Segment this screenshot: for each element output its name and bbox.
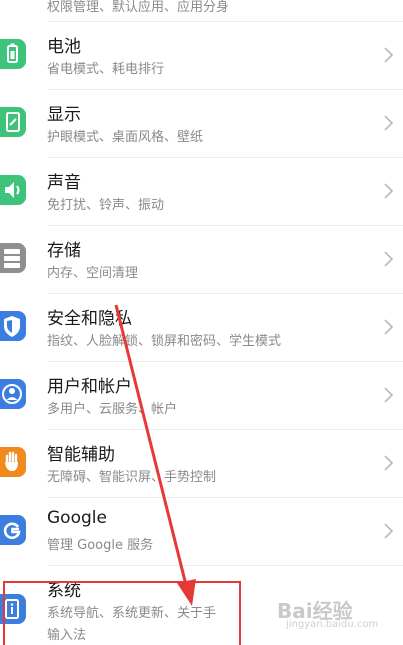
settings-item-display[interactable]: 显示 护眼模式、桌面风格、壁纸 [0, 90, 403, 158]
shield-icon [0, 311, 26, 341]
display-icon [0, 107, 26, 137]
chevron-right-icon [384, 115, 394, 131]
google-icon [0, 515, 26, 545]
watermark-logo: Bai经验 jingyan.baidu.com [241, 583, 403, 638]
settings-item-subtitle: 内存、空间清理 [47, 266, 139, 281]
chevron-right-icon [384, 319, 394, 335]
chevron-right-icon [384, 47, 394, 63]
settings-item-subtitle: 无障碍、智能识屏、手势控制 [47, 470, 217, 485]
settings-item-storage[interactable]: 存储 内存、空间清理 [0, 226, 403, 294]
settings-item-subtitle: 管理 Google 服务 [47, 538, 154, 553]
settings-item-subtitle: 护眼模式、桌面风格、壁纸 [47, 130, 204, 145]
settings-item-users-accounts[interactable]: 用户和帐户 多用户、云服务、帐户 [0, 362, 403, 430]
settings-item-title: 显示 [47, 105, 81, 125]
settings-page: 权限管理、默认应用、应用分身 电池 省电模式、耗电排行 显示 护眼模式、桌面风格… [0, 0, 403, 645]
settings-item-title: 声音 [47, 173, 81, 193]
settings-item-title: 安全和隐私 [47, 309, 132, 329]
settings-item-subtitle: 权限管理、默认应用、应用分身 [47, 0, 230, 15]
settings-item-title: 电池 [47, 37, 81, 57]
settings-item-sound[interactable]: 声音 免打扰、铃声、振动 [0, 158, 403, 226]
settings-item-smart-assist[interactable]: 智能辅助 无障碍、智能识屏、手势控制 [0, 430, 403, 498]
hand-icon [0, 447, 26, 477]
settings-item-subtitle: 免打扰、铃声、振动 [47, 198, 165, 213]
chevron-right-icon [384, 183, 394, 199]
chevron-right-icon [384, 455, 394, 471]
settings-item-subtitle: 多用户、云服务、帐户 [47, 402, 178, 417]
settings-item-subtitle: 省电模式、耗电排行 [47, 62, 165, 77]
sound-icon [0, 175, 26, 205]
chevron-right-icon [384, 523, 394, 539]
settings-item-title: 用户和帐户 [47, 377, 132, 397]
battery-icon [0, 39, 26, 69]
settings-item-partial[interactable]: 权限管理、默认应用、应用分身 [0, 0, 403, 22]
user-icon [0, 379, 26, 409]
settings-item-title: 存储 [47, 241, 81, 261]
settings-item-title: Google [47, 508, 107, 528]
chevron-right-icon [384, 387, 394, 403]
settings-item-title: 智能辅助 [47, 445, 115, 465]
settings-item-battery[interactable]: 电池 省电模式、耗电排行 [0, 22, 403, 90]
annotation-highlight-box [3, 581, 241, 645]
watermark-subtext: jingyan.baidu.com [286, 619, 379, 630]
settings-item-security[interactable]: 安全和隐私 指纹、人脸解锁、锁屏和密码、学生模式 [0, 294, 403, 362]
storage-icon [0, 243, 26, 273]
chevron-right-icon [384, 251, 394, 267]
settings-item-subtitle: 指纹、人脸解锁、锁屏和密码、学生模式 [47, 334, 282, 349]
settings-item-google[interactable]: Google 管理 Google 服务 [0, 498, 403, 566]
